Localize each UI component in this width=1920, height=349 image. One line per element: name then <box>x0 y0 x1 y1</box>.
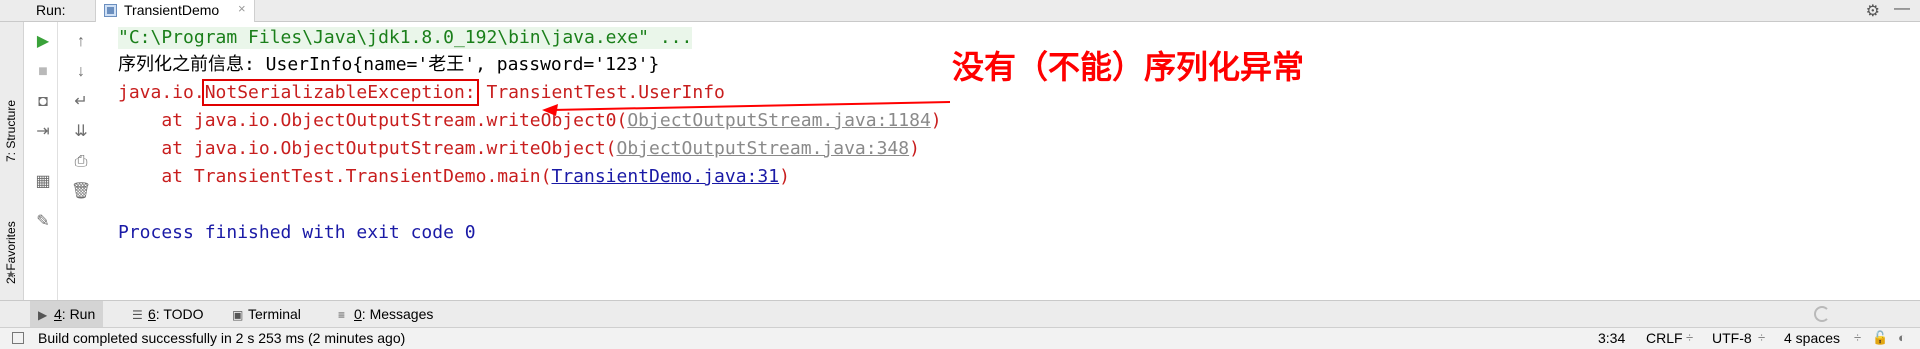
stack-frame: at java.io.ObjectOutputStream.writeObjec… <box>118 138 920 160</box>
annotation-arrow <box>542 101 951 116</box>
build-status-message: Build completed successfully in 2 s 253 … <box>38 330 406 346</box>
exit-status-line: Process finished with exit code 0 <box>118 222 476 243</box>
indent-setting[interactable]: 4 spaces <box>1784 330 1840 346</box>
chevron-down-icon: ÷ <box>1758 330 1766 345</box>
progress-spinner-icon <box>1814 306 1830 322</box>
tab-terminal[interactable]: ▣ Terminal <box>224 301 309 327</box>
file-encoding[interactable]: UTF-8 <box>1712 330 1752 346</box>
tab-label: : TODO <box>155 306 204 322</box>
tab-run[interactable]: ▶ 4: Run <box>30 301 104 327</box>
run-label: Run: <box>36 2 66 18</box>
camera-icon[interactable]: ◘ <box>33 92 53 112</box>
inspector-icon[interactable]: ◐ <box>1898 330 1906 345</box>
chevron-down-icon: ÷ <box>1854 330 1862 345</box>
status-bar: Build completed successfully in 2 s 253 … <box>0 327 1920 349</box>
tab-label: : Run <box>61 306 96 322</box>
star-icon: ★ <box>6 269 16 281</box>
build-status-icon[interactable] <box>12 332 24 344</box>
left-tool-strip: 7: Structure 2: Favorites ★ <box>0 22 24 319</box>
tab-key: 6 <box>148 306 156 322</box>
layout-icon[interactable]: ▦ <box>33 172 53 192</box>
rerun-icon[interactable]: ▶ <box>33 32 53 52</box>
tab-label: Terminal <box>248 306 301 322</box>
stack-frame-suffix: ) <box>779 166 790 187</box>
chevron-down-icon: ÷ <box>1686 330 1694 345</box>
tab-label: TransientDemo <box>124 2 220 18</box>
todo-icon: ☰ <box>132 308 143 322</box>
gear-icon[interactable]: ⚙ <box>1866 1 1880 21</box>
run-tool-header: Run: TransientDemo × ⚙ — <box>0 0 1920 22</box>
stack-frame: at TransientTest.TransientDemo.main(Tran… <box>118 166 790 188</box>
console-output[interactable]: "C:\Program Files\Java\jdk1.8.0_192\bin\… <box>106 22 1920 319</box>
run-toolbar-primary: ▶ ■ ◘ ⇥ ▦ ✎ <box>28 22 58 319</box>
soft-wrap-icon[interactable]: ↵ <box>71 92 91 112</box>
lock-icon[interactable]: 🔓 <box>1872 330 1888 346</box>
stop-icon[interactable]: ■ <box>33 62 53 82</box>
tab-messages[interactable]: ≡ 0: Messages <box>330 301 441 327</box>
tab-key: 4 <box>54 306 62 322</box>
line-separator[interactable]: CRLF <box>1646 330 1683 346</box>
caret-position[interactable]: 3:34 <box>1598 330 1625 346</box>
close-icon[interactable]: × <box>238 1 246 16</box>
side-tab-label: 7: Structure <box>4 99 18 162</box>
trash-icon[interactable]: 🗑 <box>71 182 91 202</box>
restore-layout-icon[interactable]: ⇥ <box>33 122 53 142</box>
scroll-to-end-icon[interactable]: ⇊ <box>71 122 91 142</box>
down-arrow-icon[interactable]: ↓ <box>71 62 91 82</box>
run-config-icon <box>104 4 117 17</box>
side-tab-structure[interactable]: 7: Structure <box>2 62 22 182</box>
tool-window-tabs: ▶ 4: Run ☰ 6: TODO ▣ Terminal ≡ 0: Messages <box>0 300 1920 327</box>
up-arrow-icon[interactable]: ↑ <box>71 32 91 52</box>
play-icon: ▶ <box>38 308 48 322</box>
run-toolbar-secondary: ↑ ↓ ↵ ⇊ ⎙ 🗑 <box>66 22 96 319</box>
print-icon[interactable]: ⎙ <box>71 152 91 172</box>
stack-frame-text: at TransientTest.TransientDemo.main( <box>118 166 552 187</box>
messages-icon: ≡ <box>338 308 346 322</box>
stack-frame-text: at java.io.ObjectOutputStream.writeObjec… <box>118 138 617 159</box>
source-link[interactable]: ObjectOutputStream.java:348 <box>617 138 910 159</box>
tab-todo[interactable]: ☰ 6: TODO <box>124 301 212 327</box>
tab-key: 0 <box>354 306 362 322</box>
annotation-label: 没有（不能）序列化异常 <box>952 48 1305 86</box>
tab-label: : Messages <box>361 306 434 322</box>
tab-transient-demo[interactable]: TransientDemo × <box>95 0 255 22</box>
minimize-icon[interactable]: — <box>1894 0 1910 18</box>
source-link[interactable]: TransientDemo.java:31 <box>551 166 779 187</box>
stack-frame-suffix: ) <box>909 138 920 159</box>
terminal-icon: ▣ <box>232 308 244 322</box>
pin-icon[interactable]: ✎ <box>33 212 53 232</box>
